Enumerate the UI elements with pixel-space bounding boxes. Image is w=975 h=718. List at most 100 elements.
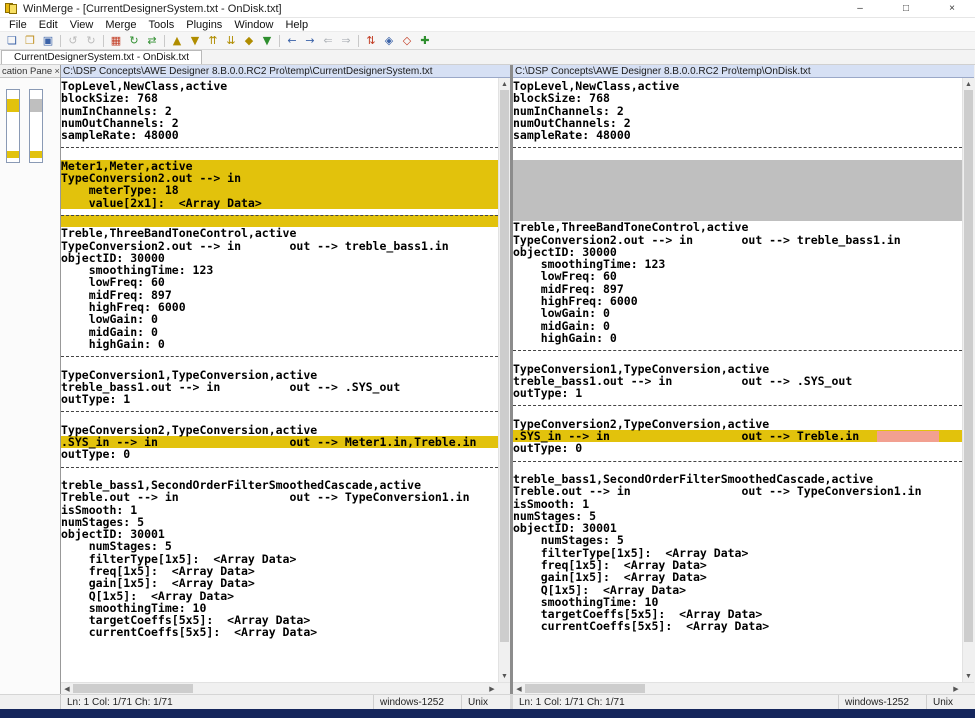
taskbar-strip	[0, 709, 975, 718]
right-hscroll-thumb[interactable]	[525, 684, 645, 693]
redo-icon: ↻	[83, 33, 99, 48]
left-eol-style: Unix	[462, 695, 510, 709]
right-vscroll-thumb[interactable]	[964, 90, 973, 642]
auto-merge-icon[interactable]: ⇅	[363, 33, 379, 48]
last-diff-icon[interactable]: ⇊	[223, 33, 239, 48]
diff-marker	[7, 99, 19, 112]
ghost-line	[513, 160, 962, 172]
diff-pane-right[interactable]: TopLevel,NewClass,activeblockSize: 768nu…	[513, 78, 962, 682]
left-horizontal-scrollbar[interactable]: ◀ ▶	[61, 682, 510, 694]
left-file-pane: C:\DSP Concepts\AWE Designer 8.B.0.0.RC2…	[61, 65, 510, 694]
menu-item-window[interactable]: Window	[228, 19, 279, 31]
menu-item-merge[interactable]: Merge	[99, 19, 142, 31]
copy-left-advance-icon: ⇐	[320, 33, 336, 48]
left-file-bar[interactable]	[6, 89, 20, 163]
left-vscroll-track[interactable]	[499, 90, 510, 670]
location-pane-body	[0, 78, 60, 694]
toolbar-separator	[60, 35, 61, 47]
close-button[interactable]: ×	[929, 0, 975, 17]
scripts-icon[interactable]: ✚	[417, 33, 433, 48]
copy-right-icon[interactable]: →	[302, 33, 318, 48]
scroll-left-arrow-icon[interactable]: ◀	[513, 683, 525, 694]
ghost-line	[513, 197, 962, 209]
menu-item-file[interactable]: File	[3, 19, 33, 31]
scroll-up-arrow-icon[interactable]: ▲	[499, 78, 510, 90]
minimize-button[interactable]: –	[837, 0, 883, 17]
left-hscroll-track[interactable]	[73, 683, 486, 694]
right-vertical-scrollbar[interactable]: ▲ ▼	[962, 78, 974, 682]
maximize-button[interactable]: □	[883, 0, 929, 17]
left-hscroll-thumb[interactable]	[73, 684, 193, 693]
code-line: currentCoeffs[5x5]: <Array Data>	[513, 620, 962, 632]
diff-marker	[30, 151, 42, 158]
code-line: outType: 1	[61, 393, 498, 405]
current-diff-icon[interactable]: ◆	[241, 33, 257, 48]
left-vscroll-thumb[interactable]	[500, 90, 509, 642]
code-line: sampleRate: 48000	[513, 129, 962, 141]
menu-item-help[interactable]: Help	[279, 19, 314, 31]
first-diff-icon[interactable]: ⇈	[205, 33, 221, 48]
winmerge-logo-icon	[5, 2, 18, 15]
right-eol-style: Unix	[927, 695, 975, 709]
location-pane: cation Pane ×	[0, 65, 61, 694]
code-line: outType: 1	[513, 387, 962, 399]
open-icon[interactable]: ❐	[22, 33, 38, 48]
window-title: WinMerge - [CurrentDesignerSystem.txt - …	[23, 3, 282, 15]
scrollbar-corner	[962, 683, 974, 694]
scroll-down-arrow-icon[interactable]: ▼	[499, 670, 510, 682]
scroll-right-arrow-icon[interactable]: ▶	[950, 683, 962, 694]
code-line: outType: 0	[61, 448, 498, 460]
separator-line	[513, 147, 962, 159]
location-pane-title: cation Pane	[2, 66, 52, 77]
toolbar: ❏❐▣↺↻▦↻⇄▲▼⇈⇊◆▼←→⇐⇒⇅◈◇✚	[0, 32, 975, 50]
tab-compare-files[interactable]: CurrentDesignerSystem.txt - OnDisk.txt	[1, 50, 202, 64]
location-pane-close-button[interactable]: ×	[52, 66, 60, 76]
right-encoding: windows-1252	[839, 695, 927, 709]
refresh-compare-icon[interactable]: ⇄	[144, 33, 160, 48]
scroll-right-arrow-icon[interactable]: ▶	[486, 683, 498, 694]
scroll-up-arrow-icon[interactable]: ▲	[963, 78, 974, 90]
diff-pane-left[interactable]: TopLevel,NewClass,activeblockSize: 768nu…	[61, 78, 498, 682]
prediffer-icon[interactable]: ◇	[399, 33, 415, 48]
menu-item-edit[interactable]: Edit	[33, 19, 64, 31]
left-pane-path-header: C:\DSP Concepts\AWE Designer 8.B.0.0.RC2…	[61, 65, 510, 78]
next-diff-icon[interactable]: ▼	[187, 33, 203, 48]
prev-diff-icon[interactable]: ▲	[169, 33, 185, 48]
code-line: value[2x1]: <Array Data>	[61, 197, 498, 209]
menubar: FileEditViewMergeToolsPluginsWindowHelp	[0, 18, 975, 32]
menu-item-plugins[interactable]: Plugins	[180, 19, 228, 31]
menu-item-view[interactable]: View	[64, 19, 100, 31]
toolbar-separator	[103, 35, 104, 47]
window: WinMerge - [CurrentDesignerSystem.txt - …	[0, 0, 975, 718]
right-file-bar[interactable]	[29, 89, 43, 163]
ghost-line	[513, 184, 962, 196]
tab-bar: CurrentDesignerSystem.txt - OnDisk.txt	[0, 50, 975, 65]
new-file-icon[interactable]: ❏	[4, 33, 20, 48]
undo-icon: ↺	[65, 33, 81, 48]
left-vertical-scrollbar[interactable]: ▲ ▼	[498, 78, 510, 682]
status-row: Ln: 1 Col: 1/71 Ch: 1/71 windows-1252 Un…	[0, 694, 975, 709]
plugins-icon[interactable]: ◈	[381, 33, 397, 48]
menu-item-tools[interactable]: Tools	[143, 19, 181, 31]
inline-missing-segment	[877, 431, 939, 442]
right-horizontal-scrollbar[interactable]: ◀ ▶	[513, 682, 974, 694]
left-cursor-position: Ln: 1 Col: 1/71 Ch: 1/71	[61, 695, 374, 709]
filter-icon[interactable]: ▼	[259, 33, 275, 48]
scroll-down-arrow-icon[interactable]: ▼	[963, 670, 974, 682]
scroll-left-arrow-icon[interactable]: ◀	[61, 683, 73, 694]
scrollbar-corner	[498, 683, 510, 694]
diff-marker	[7, 151, 19, 158]
right-cursor-position: Ln: 1 Col: 1/71 Ch: 1/71	[513, 695, 839, 709]
left-encoding: windows-1252	[374, 695, 462, 709]
options-icon[interactable]: ▦	[108, 33, 124, 48]
left-status-bar: Ln: 1 Col: 1/71 Ch: 1/71 windows-1252 Un…	[61, 695, 510, 709]
right-hscroll-track[interactable]	[525, 683, 950, 694]
copy-left-icon[interactable]: ←	[284, 33, 300, 48]
code-line: currentCoeffs[5x5]: <Array Data>	[61, 626, 498, 638]
title-bar: WinMerge - [CurrentDesignerSystem.txt - …	[0, 0, 975, 18]
reload-icon[interactable]: ↻	[126, 33, 142, 48]
right-vscroll-track[interactable]	[963, 90, 974, 670]
save-icon[interactable]: ▣	[40, 33, 56, 48]
code-line: sampleRate: 48000	[61, 129, 498, 141]
status-spacer	[0, 695, 61, 709]
